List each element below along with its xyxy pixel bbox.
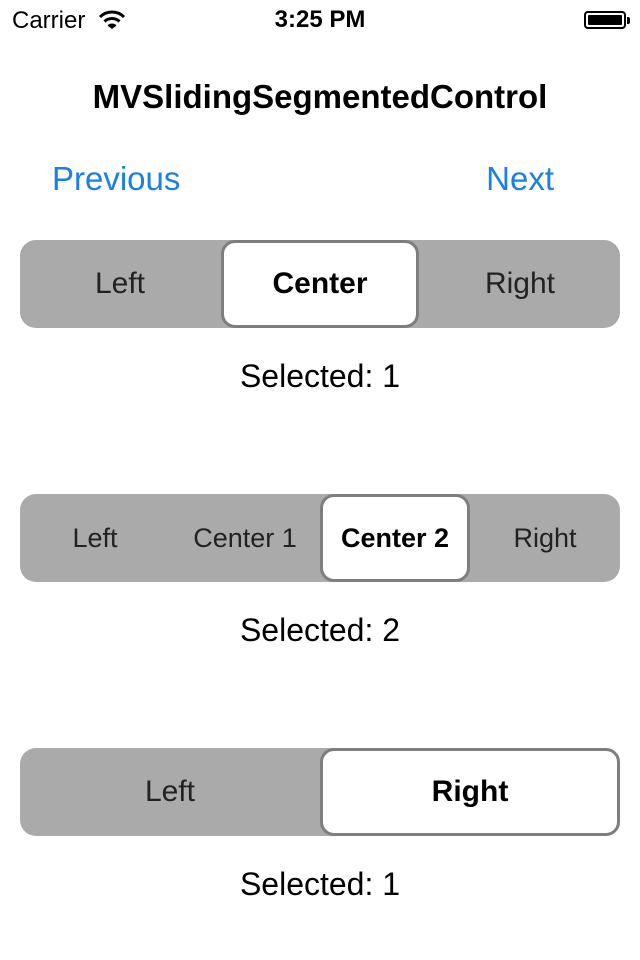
segment-left[interactable]: Left	[20, 240, 220, 328]
segment-right[interactable]: Right	[320, 748, 620, 836]
previous-button[interactable]: Previous	[52, 160, 180, 198]
segment-left[interactable]: Left	[20, 748, 320, 836]
clock: 3:25 PM	[274, 6, 366, 33]
selected-label-3: Selected: 1	[239, 866, 401, 902]
segment-center[interactable]: Center	[221, 240, 419, 328]
segmented-control-3[interactable]: Left Right	[20, 748, 620, 836]
next-button[interactable]: Next	[486, 160, 554, 198]
segment-right[interactable]: Right	[470, 494, 620, 582]
battery-icon	[584, 11, 630, 29]
segmented-control-2[interactable]: Left Center 1 Center 2 Right	[20, 494, 620, 582]
status-bar: Carrier 3:25 PM	[0, 0, 640, 40]
segment-center-1[interactable]: Center 1	[170, 494, 320, 582]
selected-label-2: Selected: 2	[239, 612, 401, 648]
selected-label-1: Selected: 1	[239, 358, 401, 394]
segmented-control-1[interactable]: Left Center Right	[20, 240, 620, 328]
segment-left[interactable]: Left	[20, 494, 170, 582]
segment-center-2[interactable]: Center 2	[320, 494, 470, 582]
nav-title: MVSlidingSegmentedControl	[92, 78, 548, 115]
segment-right[interactable]: Right	[420, 240, 620, 328]
